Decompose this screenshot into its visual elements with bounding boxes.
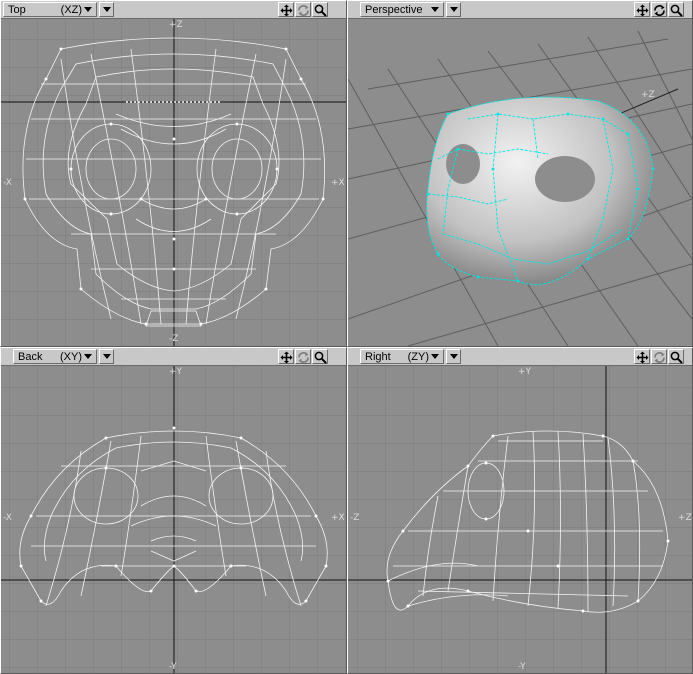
axis-label-top: +Z xyxy=(169,20,183,30)
view-type-dropdown[interactable]: Right (ZY) xyxy=(360,349,444,364)
rotate-view-button[interactable] xyxy=(295,2,311,17)
viewport-titlebar: Perspective xyxy=(348,1,692,19)
four-arrow-move-icon xyxy=(636,4,649,17)
view-axes-label: (XY) xyxy=(60,350,82,363)
move-view-button[interactable] xyxy=(634,349,650,364)
viewport-right[interactable]: Right (ZY) +Y -Y -Z +Z xyxy=(347,347,693,674)
view-axes-label: (XZ) xyxy=(60,3,82,16)
triangle-down-icon xyxy=(102,7,111,12)
viewport-titlebar: Right (ZY) xyxy=(348,348,692,366)
rotate-view-icon xyxy=(298,352,309,363)
zoom-view-button[interactable] xyxy=(668,2,684,17)
axis-label-top: +Y xyxy=(518,367,532,377)
move-view-button[interactable] xyxy=(278,349,294,364)
four-arrow-move-icon xyxy=(636,351,649,364)
viewport-top[interactable]: Top (XZ) +Z -Z -X +X xyxy=(0,0,347,347)
perspective-view-drawing: +Z xyxy=(348,30,692,346)
zoom-view-button[interactable] xyxy=(668,349,684,364)
magnifier-zoom-icon xyxy=(670,351,683,364)
back-view-drawing: +Y -Y -X +X xyxy=(1,366,346,673)
rotate-view-icon xyxy=(298,5,309,16)
viewport-menu-button[interactable] xyxy=(446,349,461,364)
triangle-down-icon xyxy=(102,354,111,359)
rotate-view-button[interactable] xyxy=(651,2,667,17)
triangle-down-icon xyxy=(449,7,458,12)
axis-label-bottom: -Z xyxy=(169,334,178,344)
move-view-button[interactable] xyxy=(634,2,650,17)
viewport-perspective[interactable]: Perspective +Z xyxy=(347,0,693,347)
four-arrow-move-icon xyxy=(280,4,293,17)
magnifier-zoom-icon xyxy=(670,4,683,17)
triangle-down-icon xyxy=(431,7,439,12)
zoom-view-button[interactable] xyxy=(312,2,328,17)
magnifier-zoom-icon xyxy=(314,351,327,364)
axis-label-bottom: -Y xyxy=(169,662,177,672)
move-view-button[interactable] xyxy=(278,2,294,17)
viewport-back[interactable]: Back (XY) +Y -Y -X +X xyxy=(0,347,347,674)
top-view-drawing: +Z -Z -X +X xyxy=(1,19,346,346)
viewport-menu-button[interactable] xyxy=(99,2,114,17)
axis-label-right: +X xyxy=(331,178,345,188)
axis-label-right: +Z xyxy=(678,513,692,523)
viewport-titlebar: Back (XY) xyxy=(1,348,346,366)
rotate-view-button[interactable] xyxy=(651,349,667,364)
view-type-label: Back xyxy=(18,350,43,363)
axis-label-left: -Z xyxy=(350,513,359,523)
view-type-dropdown[interactable]: Perspective xyxy=(360,2,444,17)
triangle-down-icon xyxy=(431,354,439,359)
view-type-dropdown[interactable]: Top (XZ) xyxy=(3,2,97,17)
axis-label-bottom: -Y xyxy=(518,662,526,672)
right-view-drawing: +Y -Y -Z +Z xyxy=(348,366,692,673)
magnifier-zoom-icon xyxy=(314,4,327,17)
rotate-view-icon xyxy=(654,352,665,363)
rotate-view-button[interactable] xyxy=(295,349,311,364)
triangle-down-icon xyxy=(84,354,92,359)
axis-label-z: +Z xyxy=(641,90,655,100)
viewport-titlebar: Top (XZ) xyxy=(1,1,346,19)
zoom-view-button[interactable] xyxy=(312,349,328,364)
axis-label-right: +X xyxy=(331,513,345,523)
rotate-view-icon xyxy=(654,5,665,16)
viewport-canvas[interactable]: +Z xyxy=(348,19,692,346)
axis-label-left: -X xyxy=(3,513,12,523)
viewport-canvas[interactable]: +Z -Z -X +X xyxy=(1,19,346,346)
four-arrow-move-icon xyxy=(280,351,293,364)
viewport-menu-button[interactable] xyxy=(446,2,461,17)
view-type-label: Top xyxy=(8,3,26,16)
triangle-down-icon xyxy=(84,7,92,12)
viewport-canvas[interactable]: +Y -Y -Z +Z xyxy=(348,366,692,673)
axis-label-left: -X xyxy=(3,178,12,188)
view-type-label: Right xyxy=(365,350,391,363)
view-axes-label: (ZY) xyxy=(407,350,429,363)
triangle-down-icon xyxy=(449,354,458,359)
viewport-canvas[interactable]: +Y -Y -X +X xyxy=(1,366,346,673)
viewport-menu-button[interactable] xyxy=(99,349,114,364)
view-type-label: Perspective xyxy=(365,3,423,16)
view-type-dropdown[interactable]: Back (XY) xyxy=(13,349,97,364)
axis-label-top: +Y xyxy=(169,367,183,377)
